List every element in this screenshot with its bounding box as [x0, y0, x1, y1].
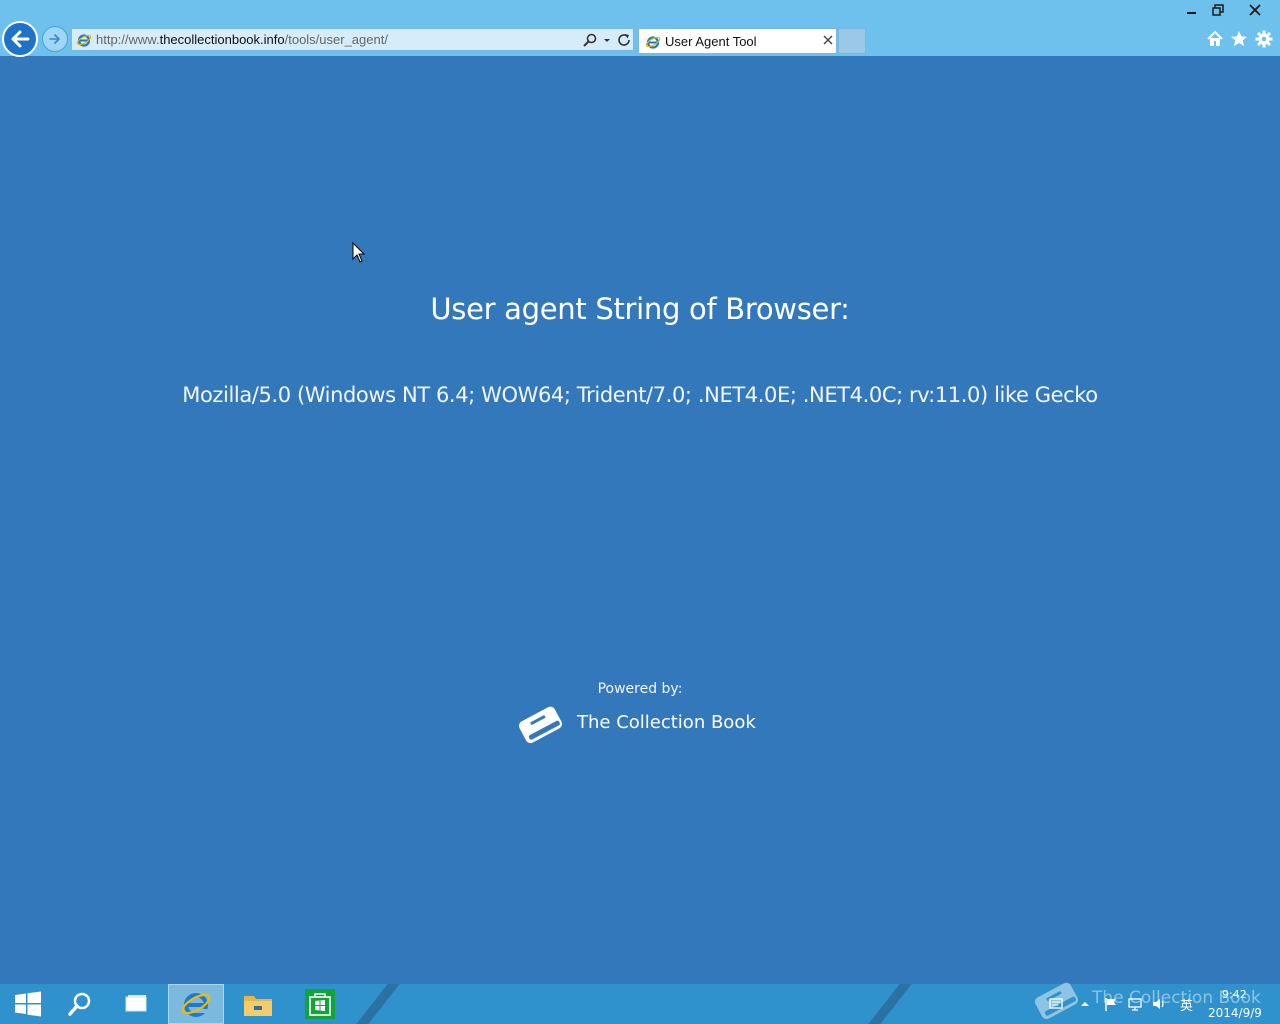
- clock-time[interactable]: 9:42: [1222, 988, 1247, 1001]
- search-icon[interactable]: [582, 32, 598, 48]
- refresh-icon[interactable]: [616, 32, 632, 48]
- ie-icon: [76, 34, 92, 47]
- windows-start-icon: [15, 991, 41, 1017]
- flag-icon[interactable]: [1103, 996, 1119, 1012]
- minimize-button[interactable]: [1179, 0, 1205, 20]
- taskbar: The Collection Book 英 9:42 2014/9/9: [0, 982, 1280, 1024]
- powered-by-label: Powered by:: [597, 681, 683, 697]
- book-logo-icon[interactable]: [514, 699, 566, 749]
- task-view-button[interactable]: [108, 984, 164, 1024]
- start-button[interactable]: [0, 984, 56, 1024]
- volume-icon[interactable]: [1151, 996, 1167, 1012]
- taskbar-decoration: [868, 984, 912, 1024]
- action-center-icon[interactable]: [1048, 996, 1064, 1012]
- mouse-cursor-icon: [352, 242, 366, 263]
- minimize-icon: [1187, 12, 1196, 14]
- url-path: /tools/user_agent/: [284, 32, 388, 47]
- taskbar-decoration: [356, 984, 400, 1024]
- address-bar[interactable]: http://www.thecollectionbook.info/tools/…: [71, 28, 634, 51]
- ie-icon: [645, 36, 661, 49]
- tab-user-agent-tool[interactable]: User Agent Tool: [638, 28, 837, 54]
- ime-indicator[interactable]: 英: [1180, 995, 1193, 1014]
- new-tab-button[interactable]: [838, 28, 866, 54]
- forward-arrow-icon: [49, 34, 60, 44]
- task-view-icon: [125, 995, 147, 1012]
- back-arrow-icon: [11, 30, 30, 48]
- home-icon[interactable]: [1205, 29, 1225, 49]
- page-heading: User agent String of Browser:: [430, 292, 850, 326]
- user-agent-string: Mozilla/5.0 (Windows NT 6.4; WOW64; Trid…: [182, 383, 1098, 407]
- clock-date[interactable]: 2014/9/9: [1208, 1006, 1262, 1020]
- taskbar-internet-explorer[interactable]: [168, 984, 224, 1024]
- network-icon[interactable]: [1127, 996, 1143, 1012]
- file-explorer-icon: [244, 996, 272, 1016]
- show-hidden-icons-icon[interactable]: [1077, 996, 1093, 1012]
- forward-button[interactable]: [42, 26, 68, 52]
- brand-name-link[interactable]: The Collection Book: [577, 712, 756, 733]
- restore-icon: [1212, 4, 1224, 16]
- browser-chrome: http://www.thecollectionbook.info/tools/…: [0, 0, 1280, 57]
- search-icon: [68, 992, 91, 1016]
- tab-label: User Agent Tool: [665, 34, 757, 49]
- close-icon: [1249, 4, 1261, 16]
- back-button[interactable]: [2, 21, 38, 57]
- ie-icon: [181, 993, 211, 1017]
- url-prefix: http://www.: [96, 32, 160, 47]
- url-domain: thecollectionbook.info: [159, 32, 285, 47]
- dropdown-icon[interactable]: [602, 33, 612, 47]
- taskbar-file-explorer[interactable]: [230, 984, 286, 1024]
- close-icon: [823, 35, 833, 45]
- close-window-button[interactable]: [1236, 0, 1274, 20]
- search-taskbar-button[interactable]: [52, 984, 108, 1024]
- gear-icon[interactable]: [1254, 29, 1274, 49]
- restore-button[interactable]: [1205, 0, 1231, 20]
- tab-close-button[interactable]: [821, 33, 835, 49]
- address-url: http://www.thecollectionbook.info/tools/…: [96, 32, 388, 47]
- taskbar-store[interactable]: [292, 984, 348, 1024]
- store-icon: [305, 989, 335, 1019]
- favorites-star-icon[interactable]: [1229, 29, 1249, 49]
